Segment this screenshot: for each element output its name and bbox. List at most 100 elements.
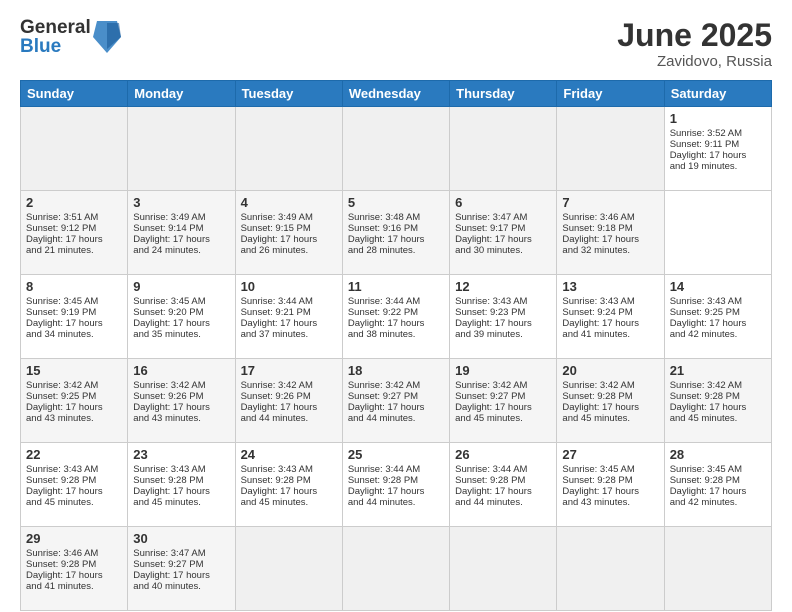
day-info-line: and 42 minutes. [670,497,766,508]
day-info-line: Sunset: 9:27 PM [133,559,229,570]
day-info-line: and 45 minutes. [241,497,337,508]
calendar-cell [342,527,449,611]
day-info-line: and 45 minutes. [562,413,658,424]
calendar-cell: 22Sunrise: 3:43 AMSunset: 9:28 PMDayligh… [21,443,128,527]
day-number: 3 [133,195,229,210]
day-info-line: Daylight: 17 hours [133,486,229,497]
calendar-cell: 14Sunrise: 3:43 AMSunset: 9:25 PMDayligh… [664,275,771,359]
day-info-line: and 32 minutes. [562,245,658,256]
day-number: 29 [26,531,122,546]
calendar-cell: 17Sunrise: 3:42 AMSunset: 9:26 PMDayligh… [235,359,342,443]
day-info-line: Sunset: 9:28 PM [133,475,229,486]
day-info-line: and 41 minutes. [26,581,122,592]
day-info-line: Daylight: 17 hours [455,402,551,413]
day-info-line: Sunrise: 3:42 AM [26,380,122,391]
day-info-line: Daylight: 17 hours [26,486,122,497]
day-info-line: Sunset: 9:15 PM [241,223,337,234]
calendar-cell [557,527,664,611]
day-info-line: Sunrise: 3:52 AM [670,128,766,139]
day-info-line: Sunset: 9:28 PM [562,475,658,486]
day-info-line: Sunrise: 3:43 AM [133,464,229,475]
day-info-line: Daylight: 17 hours [241,402,337,413]
day-info-line: Sunset: 9:26 PM [241,391,337,402]
calendar-cell: 1Sunrise: 3:52 AMSunset: 9:11 PMDaylight… [664,107,771,191]
day-of-week-header: Tuesday [235,81,342,107]
day-number: 17 [241,363,337,378]
day-info-line: Sunset: 9:26 PM [133,391,229,402]
day-info-line: Daylight: 17 hours [455,234,551,245]
day-of-week-header: Sunday [21,81,128,107]
calendar-cell [21,107,128,191]
day-number: 6 [455,195,551,210]
day-number: 9 [133,279,229,294]
day-info-line: Sunrise: 3:44 AM [348,296,444,307]
day-info-line: and 44 minutes. [348,413,444,424]
day-number: 26 [455,447,551,462]
day-info-line: Sunset: 9:27 PM [455,391,551,402]
day-info-line: Sunset: 9:17 PM [455,223,551,234]
day-of-week-header: Wednesday [342,81,449,107]
day-info-line: Sunset: 9:23 PM [455,307,551,318]
day-info-line: Sunrise: 3:46 AM [26,548,122,559]
day-info-line: Daylight: 17 hours [26,402,122,413]
calendar-cell [235,527,342,611]
day-number: 21 [670,363,766,378]
day-info-line: Daylight: 17 hours [348,486,444,497]
day-info-line: and 26 minutes. [241,245,337,256]
day-info-line: Sunrise: 3:45 AM [670,464,766,475]
calendar-cell [664,527,771,611]
day-info-line: and 21 minutes. [26,245,122,256]
day-info-line: and 19 minutes. [670,161,766,172]
calendar-cell: 20Sunrise: 3:42 AMSunset: 9:28 PMDayligh… [557,359,664,443]
day-info-line: and 44 minutes. [241,413,337,424]
day-info-line: Daylight: 17 hours [670,318,766,329]
calendar-cell: 3Sunrise: 3:49 AMSunset: 9:14 PMDaylight… [128,191,235,275]
day-info-line: Sunset: 9:24 PM [562,307,658,318]
day-number: 1 [670,111,766,126]
day-info-line: and 28 minutes. [348,245,444,256]
day-of-week-header: Monday [128,81,235,107]
day-number: 5 [348,195,444,210]
day-info-line: and 38 minutes. [348,329,444,340]
day-of-week-header: Thursday [450,81,557,107]
calendar-cell: 5Sunrise: 3:48 AMSunset: 9:16 PMDaylight… [342,191,449,275]
day-info-line: and 40 minutes. [133,581,229,592]
day-info-line: Sunset: 9:21 PM [241,307,337,318]
day-info-line: Sunrise: 3:45 AM [562,464,658,475]
day-info-line: and 42 minutes. [670,329,766,340]
calendar-cell: 30Sunrise: 3:47 AMSunset: 9:27 PMDayligh… [128,527,235,611]
day-info-line: Daylight: 17 hours [348,318,444,329]
day-info-line: Sunrise: 3:43 AM [670,296,766,307]
day-info-line: Sunset: 9:25 PM [26,391,122,402]
day-number: 20 [562,363,658,378]
day-info-line: Sunrise: 3:51 AM [26,212,122,223]
calendar-cell: 11Sunrise: 3:44 AMSunset: 9:22 PMDayligh… [342,275,449,359]
day-number: 7 [562,195,658,210]
day-info-line: Sunrise: 3:47 AM [133,548,229,559]
day-info-line: Sunset: 9:11 PM [670,139,766,150]
calendar-cell: 27Sunrise: 3:45 AMSunset: 9:28 PMDayligh… [557,443,664,527]
day-info-line: Daylight: 17 hours [348,402,444,413]
day-number: 10 [241,279,337,294]
day-number: 19 [455,363,551,378]
day-info-line: and 30 minutes. [455,245,551,256]
calendar-week-row: 22Sunrise: 3:43 AMSunset: 9:28 PMDayligh… [21,443,772,527]
day-info-line: Sunrise: 3:43 AM [455,296,551,307]
calendar-table: SundayMondayTuesdayWednesdayThursdayFrid… [20,80,772,611]
day-info-line: Sunrise: 3:47 AM [455,212,551,223]
logo-icon [93,19,121,55]
day-info-line: Sunrise: 3:44 AM [241,296,337,307]
day-number: 30 [133,531,229,546]
day-number: 18 [348,363,444,378]
day-number: 12 [455,279,551,294]
day-number: 11 [348,279,444,294]
day-info-line: Daylight: 17 hours [241,318,337,329]
day-info-line: Daylight: 17 hours [133,318,229,329]
calendar-cell [450,527,557,611]
day-info-line: and 24 minutes. [133,245,229,256]
day-info-line: Sunset: 9:28 PM [562,391,658,402]
day-info-line: Daylight: 17 hours [241,234,337,245]
day-info-line: and 43 minutes. [133,413,229,424]
calendar-cell [342,107,449,191]
calendar-cell: 12Sunrise: 3:43 AMSunset: 9:23 PMDayligh… [450,275,557,359]
